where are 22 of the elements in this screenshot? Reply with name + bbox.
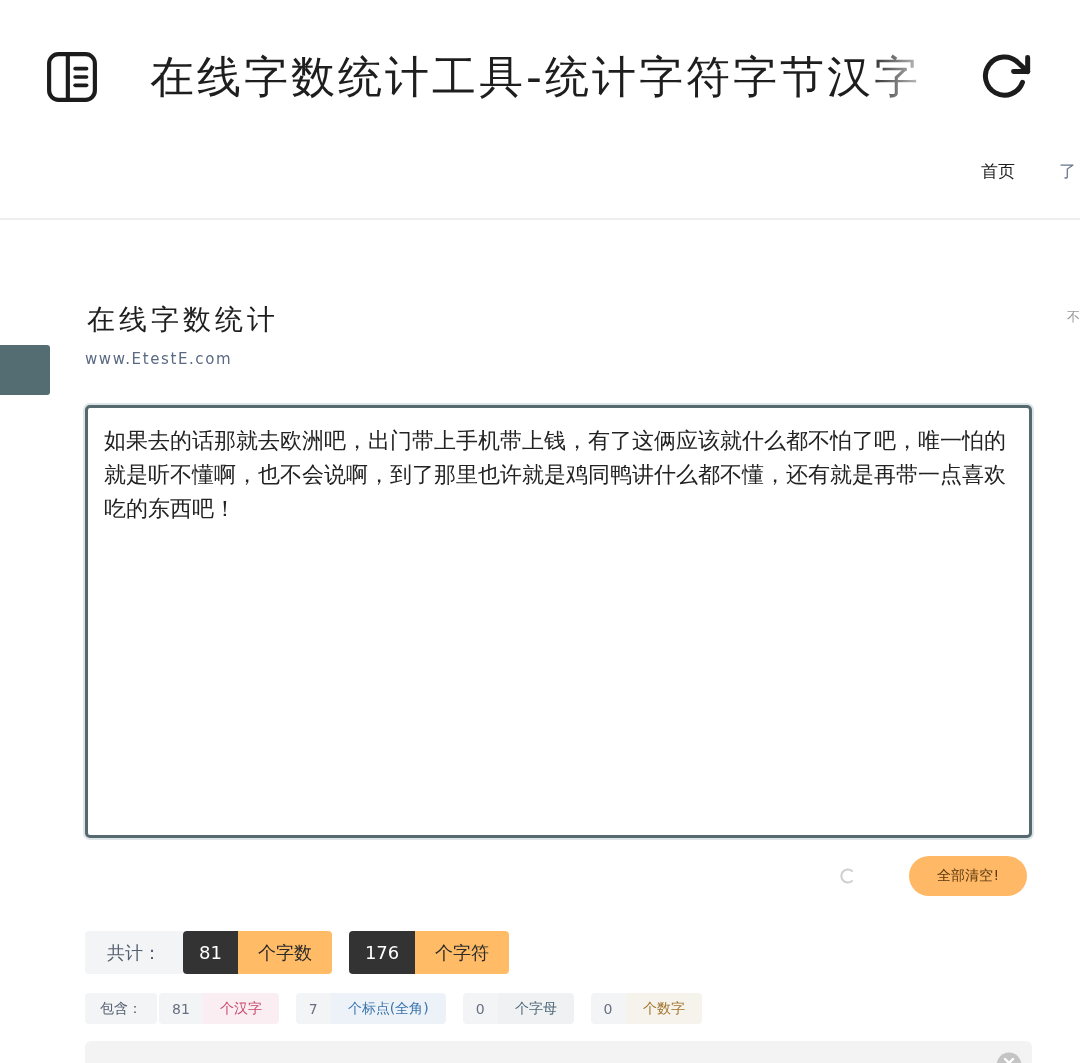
site-url: www.EtestE.com — [85, 349, 233, 370]
total-unit: 个字符 — [415, 931, 510, 974]
total-unit: 个字数 — [237, 931, 332, 974]
sidebar-toggle-icon[interactable] — [46, 51, 98, 103]
clear-all-button[interactable]: 全部清空! — [909, 856, 1027, 896]
text-input[interactable]: 如果去的话那就去欧洲吧，出门带上手机带上钱，有了这俩应该就什么都不怕了吧，唯一怕的就是听不懂啊，也不会说啊，到了那里也许就是鸡同鸭讲什么都不懂，还有就是再带一点喜欢吃的东西吧！ — [85, 405, 1032, 838]
breakdown-count: 81 — [159, 993, 203, 1024]
nav-link[interactable]: 首页 — [981, 156, 1015, 186]
breakdown-unit: 个字母 — [497, 993, 574, 1024]
breakdown-unit: 个数字 — [625, 993, 702, 1024]
breakdown-unit: 个标点(全角) — [330, 993, 446, 1024]
breakdown-label: 包含： — [85, 993, 157, 1024]
side-note-text: 不 — [1067, 308, 1080, 326]
breakdown-count: 0 — [590, 993, 626, 1024]
breakdown-count: 0 — [462, 993, 498, 1024]
total-count: 81 — [183, 931, 238, 974]
total-count: 176 — [348, 931, 416, 974]
total-label: 共计： — [85, 931, 183, 974]
page-heading: 在线字数统计 — [87, 302, 279, 338]
breakdown-unit: 个汉字 — [202, 993, 279, 1024]
breakdown-count: 7 — [295, 993, 331, 1024]
nav-link[interactable]: 了 — [1059, 156, 1076, 186]
